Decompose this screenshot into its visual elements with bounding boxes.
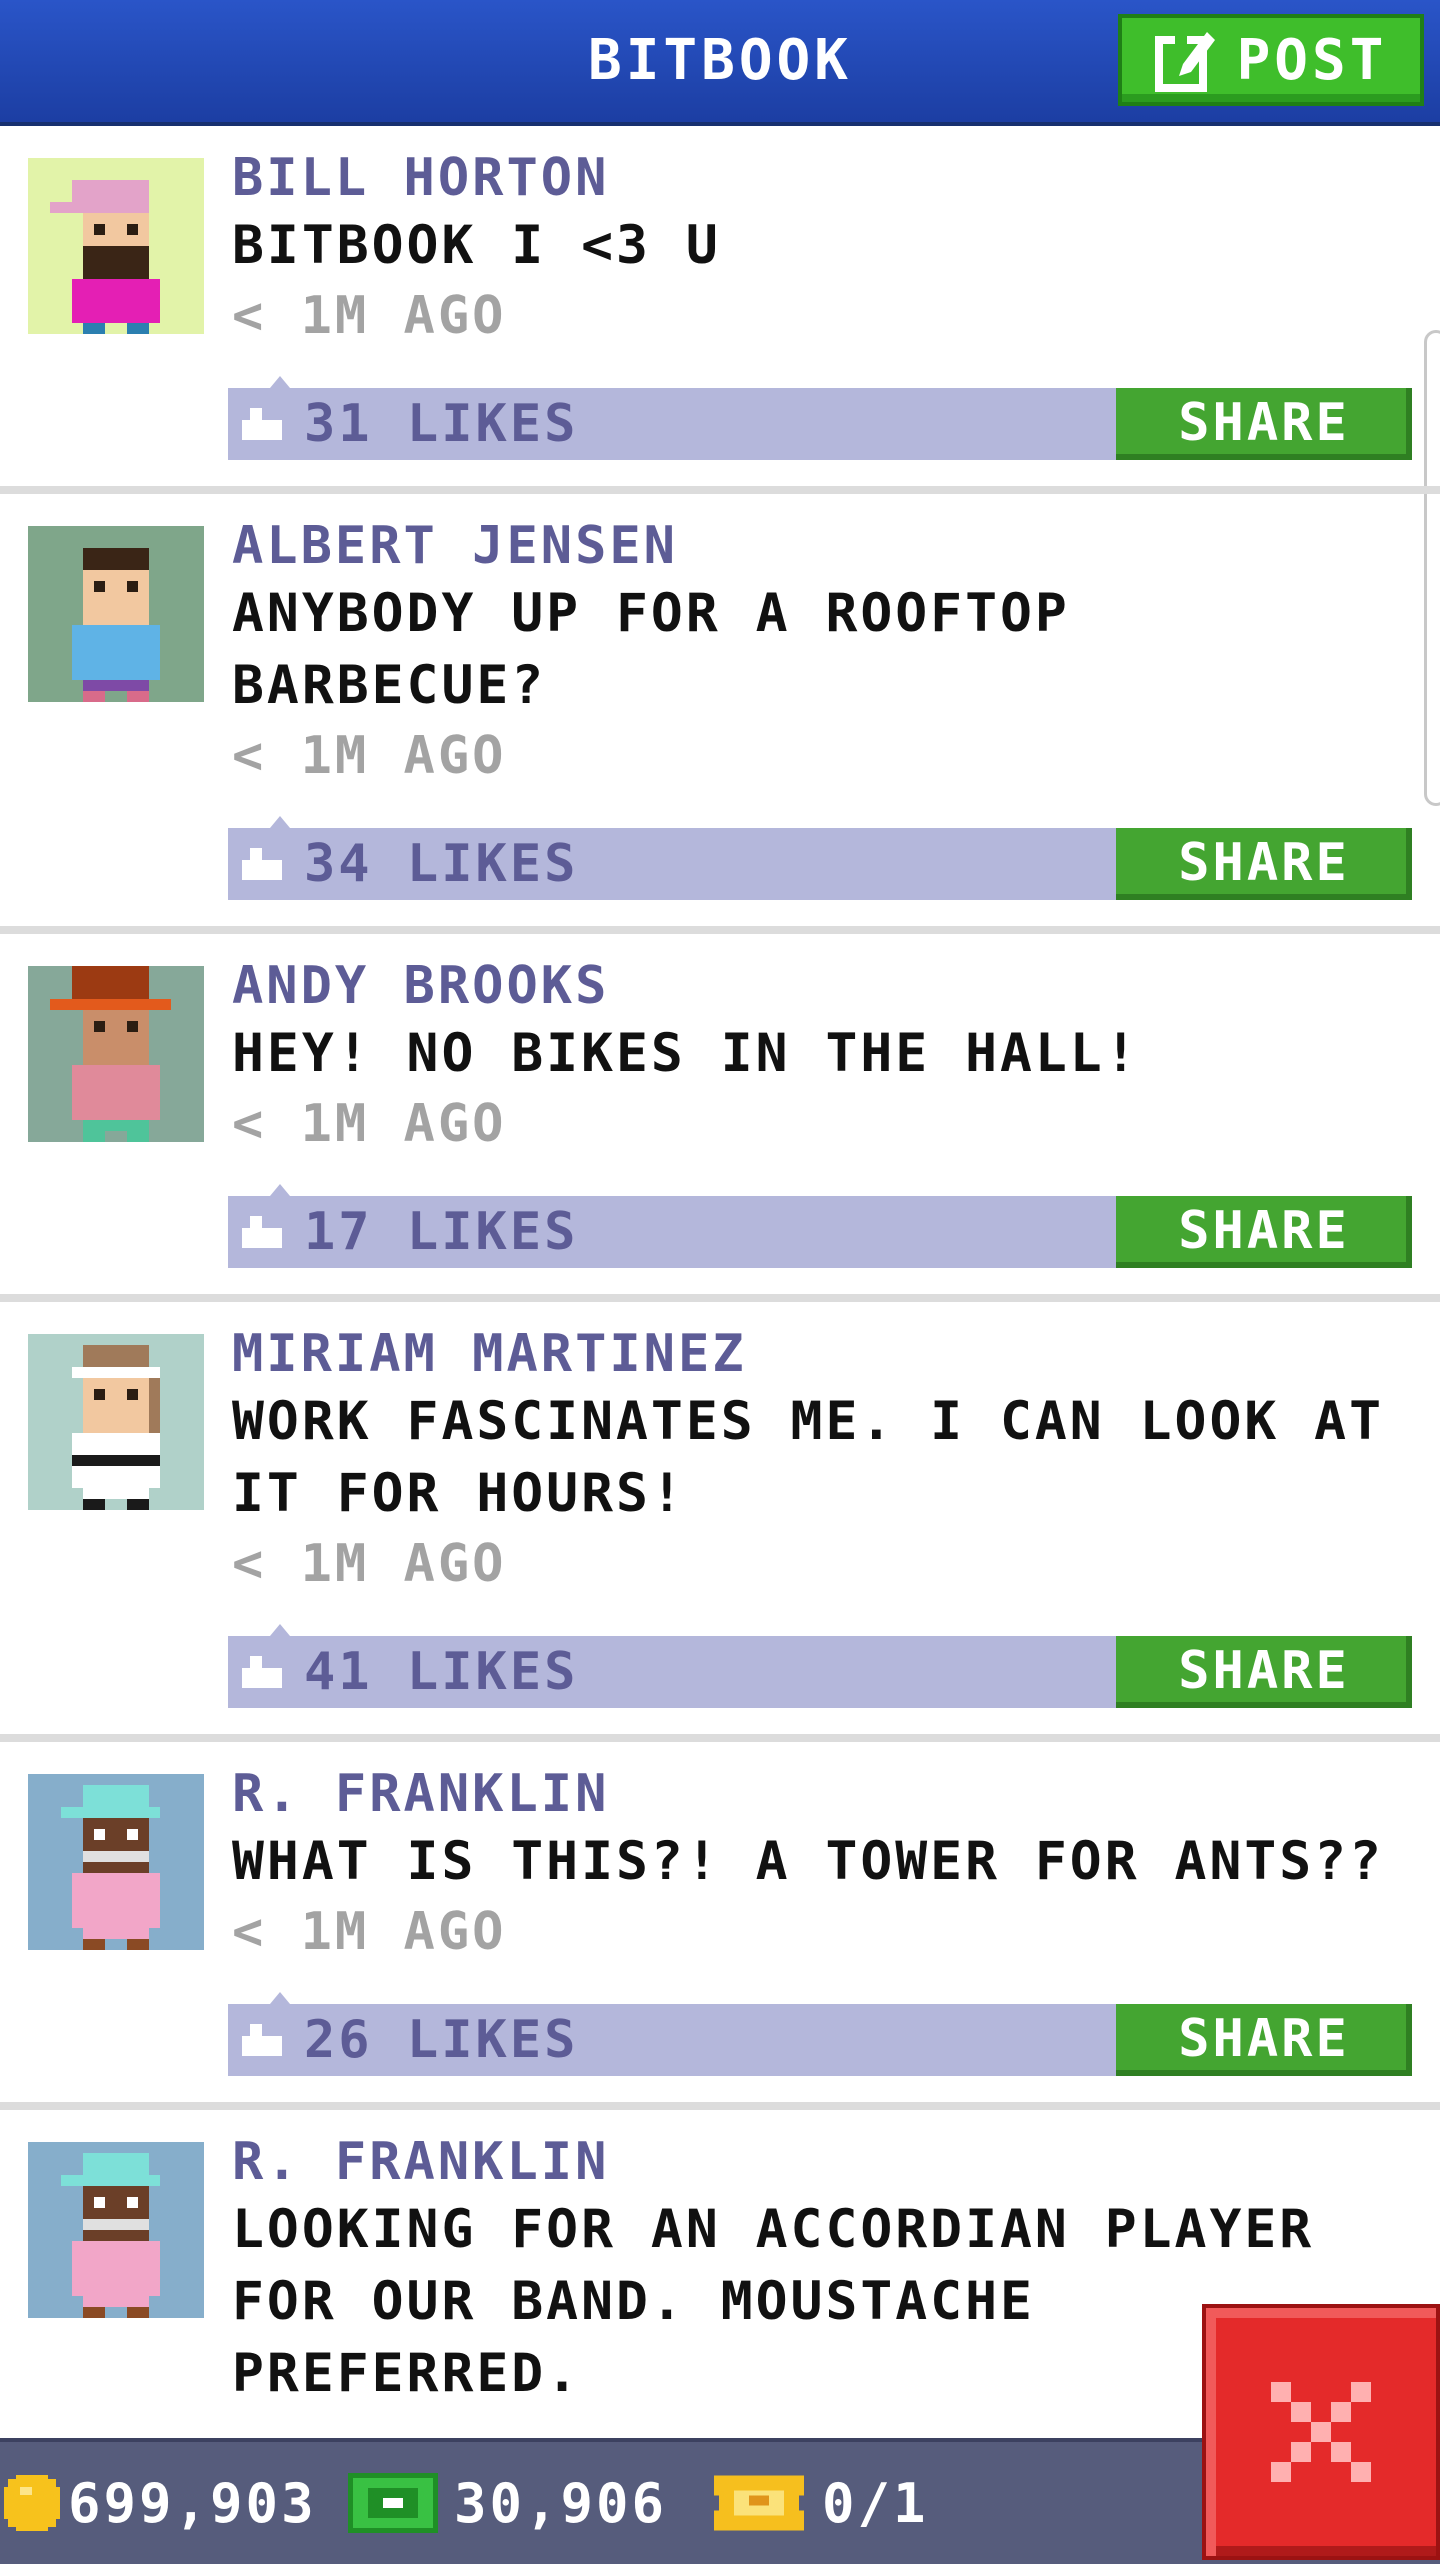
avatar — [28, 526, 204, 702]
likes-count[interactable]: 26 LIKES — [304, 2004, 578, 2076]
post-author[interactable]: ANDY BROOKS — [232, 956, 609, 1016]
post-message: HEY! NO BIKES IN THE HALL! — [232, 1023, 1140, 1084]
post-message: BITBOOK I <3 U — [232, 215, 721, 276]
coins-stat[interactable]: 699,903 — [4, 2442, 317, 2564]
share-button[interactable]: SHARE — [1116, 388, 1412, 460]
share-button[interactable]: SHARE — [1116, 2004, 1412, 2076]
likes-bar: 31 LIKES SHARE — [228, 376, 1412, 460]
likes-bar-notch — [270, 1992, 290, 2004]
coin-icon — [4, 2475, 60, 2531]
post-feed[interactable]: BILL HORTON BITBOOK I <3 U < 1M AGO 31 L… — [0, 126, 1440, 2440]
post-author[interactable]: BILL HORTON — [232, 148, 609, 208]
post-author[interactable]: R. FRANKLIN — [232, 2132, 609, 2192]
post-time: < 1M AGO — [232, 1094, 507, 1154]
share-button[interactable]: SHARE — [1116, 828, 1412, 900]
bux-stat[interactable]: 30,906 — [348, 2442, 667, 2564]
post-message: ANYBODY UP FOR A ROOFTOP BARBECUE? — [232, 583, 1070, 716]
post-author[interactable]: MIRIAM MARTINEZ — [232, 1324, 747, 1384]
likes-bar-notch — [270, 376, 290, 388]
thumbs-up-icon — [242, 848, 282, 880]
likes-bar: 17 LIKES SHARE — [228, 1184, 1412, 1268]
likes-bar: 41 LIKES SHARE — [228, 1624, 1412, 1708]
likes-bar-notch — [270, 1624, 290, 1636]
avatar — [28, 1774, 204, 1950]
post-item: MIRIAM MARTINEZ WORK FASCINATES ME. I CA… — [0, 1302, 1440, 1742]
likes-count[interactable]: 31 LIKES — [304, 388, 578, 460]
post-item: ANDY BROOKS HEY! NO BIKES IN THE HALL! <… — [0, 934, 1440, 1302]
avatar — [28, 966, 204, 1142]
post-message: WHAT IS THIS?! A TOWER FOR ANTS?? — [232, 1831, 1384, 1892]
post-time: < 1M AGO — [232, 1902, 507, 1962]
post-time: < 1M AGO — [232, 726, 507, 786]
likes-count[interactable]: 17 LIKES — [304, 1196, 578, 1268]
tickets-value: 0/1 — [822, 2471, 929, 2535]
close-button[interactable] — [1202, 2304, 1440, 2560]
thumbs-up-icon — [242, 408, 282, 440]
post-author[interactable]: R. FRANKLIN — [232, 1764, 609, 1824]
tickets-stat[interactable]: 0/1 — [714, 2442, 929, 2564]
thumbs-up-icon — [242, 1216, 282, 1248]
post-item: R. FRANKLIN WHAT IS THIS?! A TOWER FOR A… — [0, 1742, 1440, 2110]
post-button[interactable]: POST — [1118, 14, 1424, 106]
thumbs-up-icon — [242, 2024, 282, 2056]
likes-bar: 34 LIKES SHARE — [228, 816, 1412, 900]
post-item: BILL HORTON BITBOOK I <3 U < 1M AGO 31 L… — [0, 126, 1440, 494]
coins-value: 699,903 — [68, 2471, 317, 2535]
bux-value: 30,906 — [454, 2471, 668, 2535]
share-button[interactable]: SHARE — [1116, 1636, 1412, 1708]
likes-bar-notch — [270, 1184, 290, 1196]
bux-icon — [348, 2473, 438, 2533]
post-button-label: POST — [1236, 27, 1388, 93]
likes-bar-notch — [270, 816, 290, 828]
ticket-icon — [714, 2475, 804, 2531]
post-message: WORK FASCINATES ME. I CAN LOOK AT IT FOR… — [232, 1391, 1384, 1524]
likes-count[interactable]: 34 LIKES — [304, 828, 578, 900]
post-time: < 1M AGO — [232, 286, 507, 346]
post-item: ALBERT JENSEN ANYBODY UP FOR A ROOFTOP B… — [0, 494, 1440, 934]
edit-icon — [1154, 28, 1219, 92]
avatar — [28, 1334, 204, 1510]
thumbs-up-icon — [242, 1656, 282, 1688]
likes-count[interactable]: 41 LIKES — [304, 1636, 578, 1708]
post-time: < 1M AGO — [232, 1534, 507, 1594]
post-message: LOOKING FOR AN ACCORDIAN PLAYER FOR OUR … — [232, 2199, 1315, 2404]
share-button[interactable]: SHARE — [1116, 1196, 1412, 1268]
likes-bar: 26 LIKES SHARE — [228, 1992, 1412, 2076]
post-author[interactable]: ALBERT JENSEN — [232, 516, 678, 576]
avatar — [28, 2142, 204, 2318]
header-bar: BITBOOK POST — [0, 0, 1440, 126]
avatar — [28, 158, 204, 334]
close-icon — [1261, 2372, 1381, 2492]
